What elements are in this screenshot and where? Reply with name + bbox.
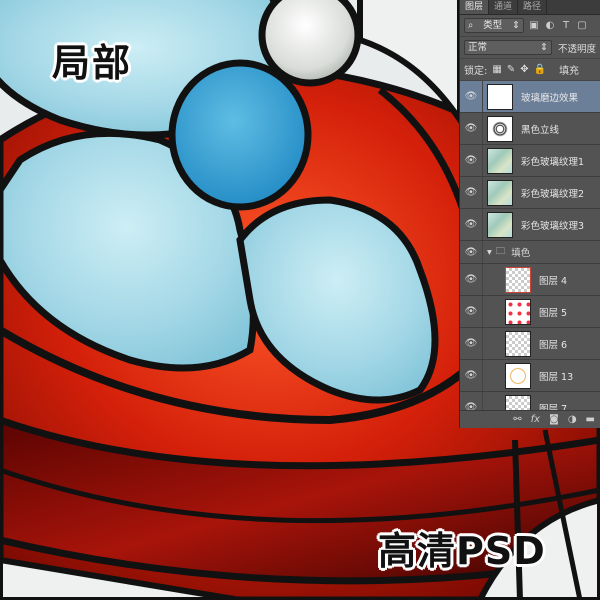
layer-name: 图层 5 <box>539 307 568 319</box>
eye-icon[interactable]: 👁 <box>460 145 483 176</box>
group-row[interactable]: 👁 ▾ 🗀 填色 <box>460 241 600 264</box>
layer-list: 👁 玻璃磨边效果 👁 黑色立线 👁 彩色玻璃纹理1 👁 彩色玻璃纹理2 👁 彩色… <box>460 81 600 424</box>
eye-icon[interactable]: 👁 <box>460 81 483 112</box>
eye-icon[interactable]: 👁 <box>460 177 483 208</box>
layer-thumbnail <box>505 298 531 325</box>
panel-footer: ⚯ fx ◙ ◑ ▬ <box>460 410 600 428</box>
hd-psd-label: 高清PSD <box>378 529 546 573</box>
layer-row[interactable]: 👁 彩色玻璃纹理3 <box>460 209 600 241</box>
panel-tabs: 图层 通道 路径 <box>460 0 600 15</box>
disclosure-triangle-icon[interactable]: ▾ <box>487 247 492 258</box>
layer-row[interactable]: 👁 图层 13 <box>460 360 600 392</box>
blend-mode-select[interactable]: 正常 ⇕ <box>464 40 552 55</box>
layer-row[interactable]: 👁 黑色立线 <box>460 113 600 145</box>
lock-move-icon[interactable]: ✥ <box>520 64 528 75</box>
layer-thumbnail <box>487 147 513 174</box>
layer-thumbnail <box>505 362 531 389</box>
lock-row: 锁定: ▦ ✎ ✥ 🔒 填充 <box>460 59 600 81</box>
pixel-filter-icon[interactable]: ▣ <box>528 20 540 32</box>
folder-icon: 🗀 <box>495 246 506 257</box>
layer-row[interactable]: 👁 图层 4 <box>460 264 600 296</box>
layer-thumbnail <box>487 83 513 110</box>
layer-thumbnail <box>487 179 513 206</box>
filter-type-select[interactable]: ⌕ 类型 ⇕ <box>464 18 524 33</box>
layer-thumbnail <box>505 266 531 293</box>
text-filter-icon[interactable]: T <box>560 20 572 32</box>
adjustment-icon[interactable]: ◑ <box>568 414 577 425</box>
layer-row[interactable]: 👁 图层 6 <box>460 328 600 360</box>
layer-row[interactable]: 👁 彩色玻璃纹理1 <box>460 145 600 177</box>
layer-name: 图层 6 <box>539 339 568 351</box>
layer-row[interactable]: 👁 图层 5 <box>460 296 600 328</box>
opacity-label: 不透明度 <box>558 43 597 55</box>
layers-panel: 图层 通道 路径 ⌕ 类型 ⇕ ▣ ◐ T ▢ 正常 ⇕ 不透明度 锁定: ▦ … <box>459 0 600 428</box>
layer-row[interactable]: 👁 彩色玻璃纹理2 <box>460 177 600 209</box>
search-icon: ⌕ <box>468 19 474 31</box>
folder-icon[interactable]: ▬ <box>586 414 595 425</box>
fx-icon[interactable]: fx <box>531 414 540 425</box>
layer-name: 黑色立线 <box>521 124 560 136</box>
layer-name: 彩色玻璃纹理3 <box>521 220 585 232</box>
fill-label: 填充 <box>559 66 580 77</box>
tab-layers[interactable]: 图层 <box>460 0 490 14</box>
layer-name: 玻璃磨边效果 <box>521 92 579 104</box>
eye-icon[interactable]: 👁 <box>460 209 483 240</box>
lock-brush-icon[interactable]: ✎ <box>507 64 515 75</box>
blend-row: 正常 ⇕ 不透明度 <box>460 37 600 59</box>
tab-paths[interactable]: 路径 <box>518 0 548 14</box>
chevron-down-icon: ⇕ <box>512 19 520 31</box>
layer-name: 图层 4 <box>539 275 568 287</box>
mask-icon[interactable]: ◙ <box>549 414 559 425</box>
detail-label: 局部 <box>52 41 133 85</box>
layer-name: 彩色玻璃纹理1 <box>521 156 585 168</box>
adjust-filter-icon[interactable]: ◐ <box>544 20 556 32</box>
lock-label: 锁定: <box>464 66 488 77</box>
eye-icon[interactable]: 👁 <box>460 264 483 295</box>
lock-all-icon[interactable]: 🔒 <box>534 64 546 75</box>
eye-icon[interactable]: 👁 <box>460 360 483 391</box>
link-icon[interactable]: ⚯ <box>513 414 521 425</box>
blend-mode-value: 正常 <box>468 41 488 53</box>
layer-name: 图层 13 <box>539 371 574 383</box>
filter-row: ⌕ 类型 ⇕ ▣ ◐ T ▢ <box>460 15 600 37</box>
lock-transparent-icon[interactable]: ▦ <box>492 64 501 75</box>
group-name: 填色 <box>511 248 531 259</box>
layer-row[interactable]: 👁 玻璃磨边效果 <box>460 81 600 113</box>
chevron-down-icon: ⇕ <box>540 41 548 53</box>
eye-icon[interactable]: 👁 <box>460 113 483 144</box>
eye-icon[interactable]: 👁 <box>460 241 483 263</box>
filter-type-value: 类型 <box>483 19 503 31</box>
eye-icon[interactable]: 👁 <box>460 296 483 327</box>
eye-icon[interactable]: 👁 <box>460 328 483 359</box>
tab-channels[interactable]: 通道 <box>489 0 519 14</box>
shape-filter-icon[interactable]: ▢ <box>576 20 588 32</box>
layer-name: 彩色玻璃纹理2 <box>521 188 585 200</box>
layer-thumbnail <box>487 211 513 238</box>
layer-thumbnail <box>505 330 531 357</box>
layer-thumbnail <box>487 115 513 142</box>
